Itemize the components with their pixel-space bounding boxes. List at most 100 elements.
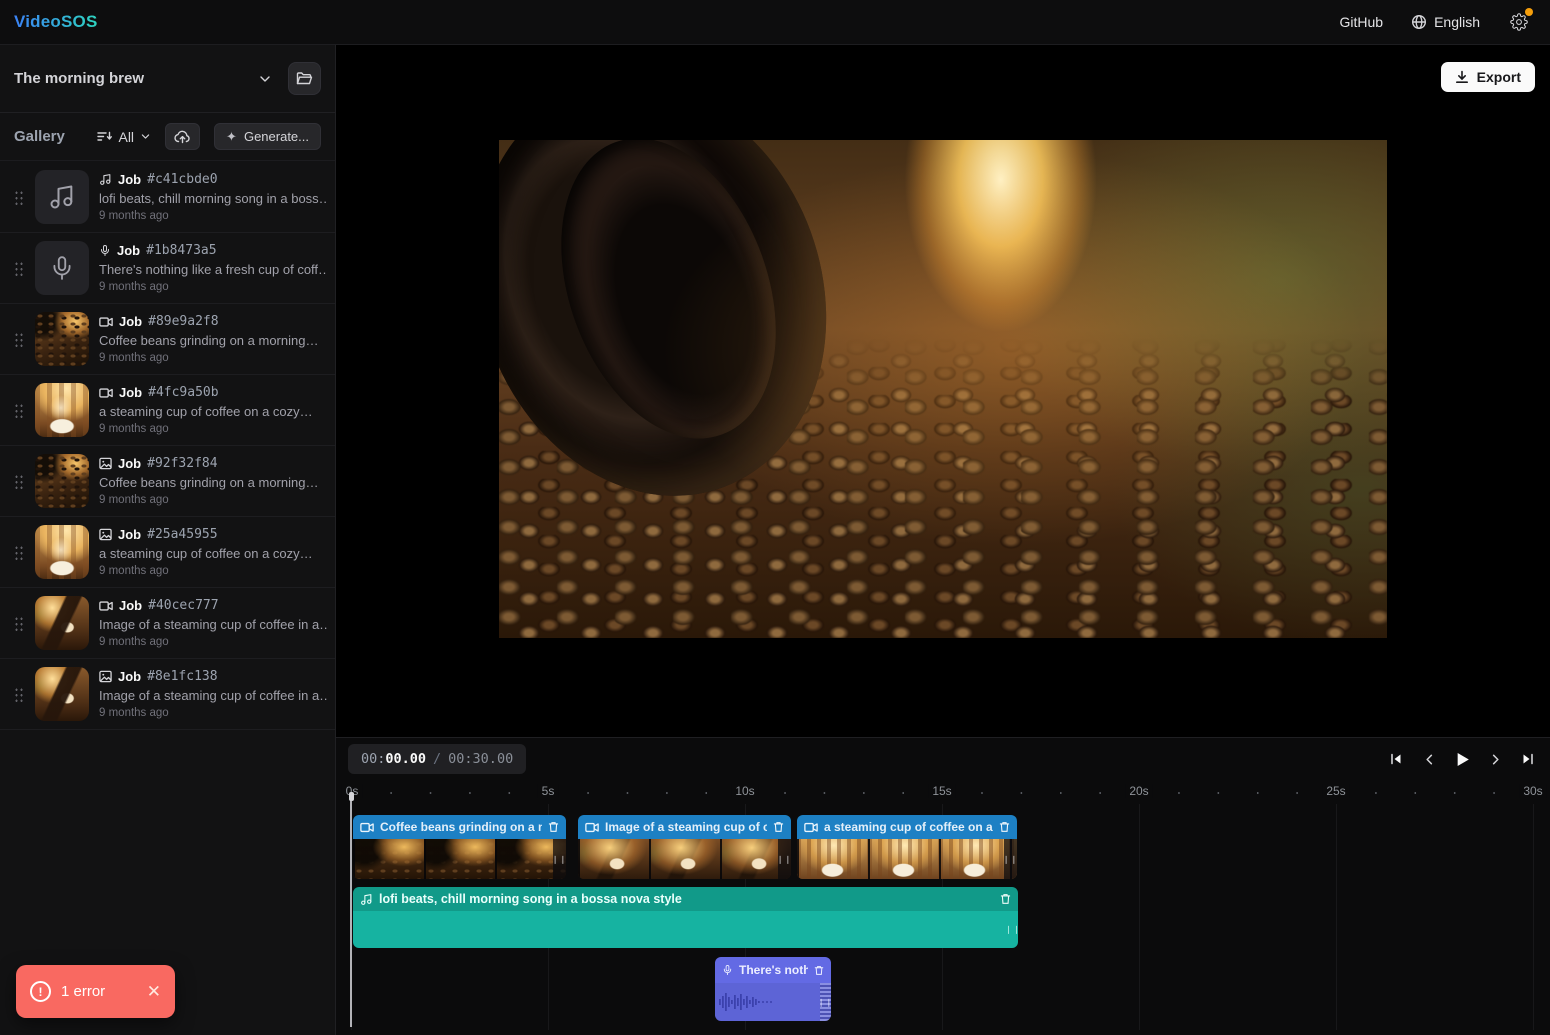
gallery-job-item[interactable]: Job #89e9a2f8 Coffee beans grinding on a…	[0, 304, 335, 375]
video-clip[interactable]: Coffee beans grinding on a morning ❘❘	[353, 815, 566, 879]
delete-clip-button[interactable]	[773, 821, 784, 833]
drag-handle-icon[interactable]	[14, 261, 23, 276]
app-root: VideoSOS GitHub English The morning brew	[0, 0, 1550, 1035]
waveform-icon	[719, 990, 777, 1014]
gallery-job-item[interactable]: Job #25a45955 a steaming cup of coffee o…	[0, 517, 335, 588]
gallery-job-item[interactable]: Job #4fc9a50b a steaming cup of coffee o…	[0, 375, 335, 446]
drag-handle-icon[interactable]	[14, 474, 23, 489]
current-time-seconds: 00.00	[385, 751, 426, 767]
job-thumbnail	[35, 241, 89, 295]
video-camera-icon	[360, 822, 374, 833]
project-row: The morning brew	[0, 45, 335, 113]
ruler-label: 10s	[731, 784, 758, 798]
microphone-icon	[49, 255, 75, 281]
video-camera-icon	[99, 387, 113, 399]
job-id: #c41cbde0	[147, 172, 217, 187]
job-id: #8e1fc138	[147, 669, 217, 684]
gallery-job-item[interactable]: Job #1b8473a5 There's nothing like a fre…	[0, 233, 335, 304]
video-clip[interactable]: Image of a steaming cup of coffee in a ❘…	[578, 815, 791, 879]
gallery-job-item[interactable]: Job #40cec777 Image of a steaming cup of…	[0, 588, 335, 659]
job-age: 9 months ago	[99, 352, 327, 364]
job-age: 9 months ago	[99, 565, 327, 577]
clip-resize-handle[interactable]: ❘❘	[778, 839, 791, 879]
job-label: Job	[118, 669, 141, 684]
clip-filmstrip	[797, 839, 1017, 879]
timeline-panel: 00:00.00/00:30.00	[336, 737, 1550, 1035]
clip-resize-handle[interactable]: ❘❘	[1004, 839, 1017, 879]
job-label: Job	[118, 456, 141, 471]
open-project-button[interactable]	[288, 62, 321, 95]
gallery-job-item[interactable]: Job #c41cbde0 lofi beats, chill morning …	[0, 162, 335, 233]
delete-clip-button[interactable]	[999, 821, 1010, 833]
language-selector[interactable]: English	[1411, 14, 1480, 30]
close-toast-button[interactable]: ✕	[147, 983, 161, 1000]
chevron-down-icon	[140, 131, 151, 142]
main-area: Export 00:00.00/00:30.00	[336, 45, 1550, 1035]
previous-frame-button[interactable]	[1417, 747, 1441, 771]
clip-label: Image of a steaming cup of coffee in a	[605, 820, 767, 834]
image-icon	[99, 670, 112, 683]
filter-icon	[97, 130, 112, 143]
upload-button[interactable]	[165, 123, 200, 150]
music-clip[interactable]: lofi beats, chill morning song in a boss…	[353, 887, 1018, 948]
video-camera-icon	[804, 822, 818, 833]
drag-handle-icon[interactable]	[14, 190, 23, 205]
voice-clip[interactable]: There's nothing	[715, 957, 831, 1021]
timeline-ruler[interactable]: 0s 5s 10s 15s 20s 25s 30s	[336, 782, 1550, 804]
clip-filmstrip	[353, 839, 566, 879]
project-selector[interactable]: The morning brew	[14, 70, 258, 87]
drag-handle-icon[interactable]	[14, 545, 23, 560]
music-note-icon	[360, 893, 373, 906]
play-button[interactable]	[1450, 747, 1474, 771]
drag-handle-icon[interactable]	[14, 616, 23, 631]
export-button[interactable]: Export	[1441, 62, 1535, 92]
job-id: #92f32f84	[147, 456, 217, 471]
drag-handle-icon[interactable]	[14, 403, 23, 418]
sparkles-icon: ✦	[226, 130, 237, 143]
delete-clip-button[interactable]	[1000, 893, 1011, 905]
gallery-filter-dropdown[interactable]: All	[97, 129, 151, 145]
job-id: #40cec777	[148, 598, 218, 613]
next-frame-button[interactable]	[1483, 747, 1507, 771]
delete-clip-button[interactable]	[548, 821, 559, 833]
settings-button[interactable]	[1508, 11, 1530, 33]
github-link[interactable]: GitHub	[1340, 14, 1384, 30]
drag-handle-icon[interactable]	[14, 332, 23, 347]
app-header: VideoSOS GitHub English	[0, 0, 1550, 45]
chevron-down-icon[interactable]	[258, 72, 272, 86]
current-time-minutes: 00:	[361, 751, 385, 767]
job-id: #25a45955	[147, 527, 217, 542]
playhead[interactable]	[350, 794, 352, 1027]
job-description: Coffee beans grinding on a morning…	[99, 475, 327, 490]
job-thumbnail	[35, 170, 89, 224]
image-icon	[99, 457, 112, 470]
job-description: Image of a steaming cup of coffee in a…	[99, 688, 327, 703]
job-thumbnail	[35, 667, 89, 721]
delete-clip-button[interactable]	[814, 965, 824, 976]
job-thumbnail	[35, 454, 89, 508]
video-clip[interactable]: a steaming cup of coffee on a cozy ❘❘	[797, 815, 1017, 879]
skip-to-start-button[interactable]	[1384, 747, 1408, 771]
clip-resize-handle[interactable]: ❘❘	[820, 983, 831, 1021]
app-logo[interactable]: VideoSOS	[14, 12, 98, 32]
generate-button[interactable]: ✦ Generate...	[214, 123, 321, 150]
gallery-job-item[interactable]: Job #92f32f84 Coffee beans grinding on a…	[0, 446, 335, 517]
job-id: #89e9a2f8	[148, 314, 218, 329]
job-description: Image of a steaming cup of coffee in a…	[99, 617, 327, 632]
job-label: Job	[118, 172, 141, 187]
clip-resize-handle[interactable]: ❘❘	[553, 839, 566, 879]
drag-handle-icon[interactable]	[14, 687, 23, 702]
job-id: #1b8473a5	[146, 243, 216, 258]
job-description: There's nothing like a fresh cup of coff…	[99, 262, 327, 277]
trash-icon	[999, 821, 1010, 833]
trash-icon	[773, 821, 784, 833]
job-age: 9 months ago	[99, 707, 327, 719]
alert-circle-icon: !	[30, 981, 51, 1002]
gallery-job-item[interactable]: Job #8e1fc138 Image of a steaming cup of…	[0, 659, 335, 730]
language-label: English	[1434, 14, 1480, 30]
ruler-label: 15s	[928, 784, 955, 798]
skip-to-end-button[interactable]	[1516, 747, 1540, 771]
clip-resize-handle[interactable]: ❘❘	[1008, 911, 1018, 948]
job-description: Coffee beans grinding on a morning…	[99, 333, 327, 348]
globe-icon	[1411, 14, 1427, 30]
